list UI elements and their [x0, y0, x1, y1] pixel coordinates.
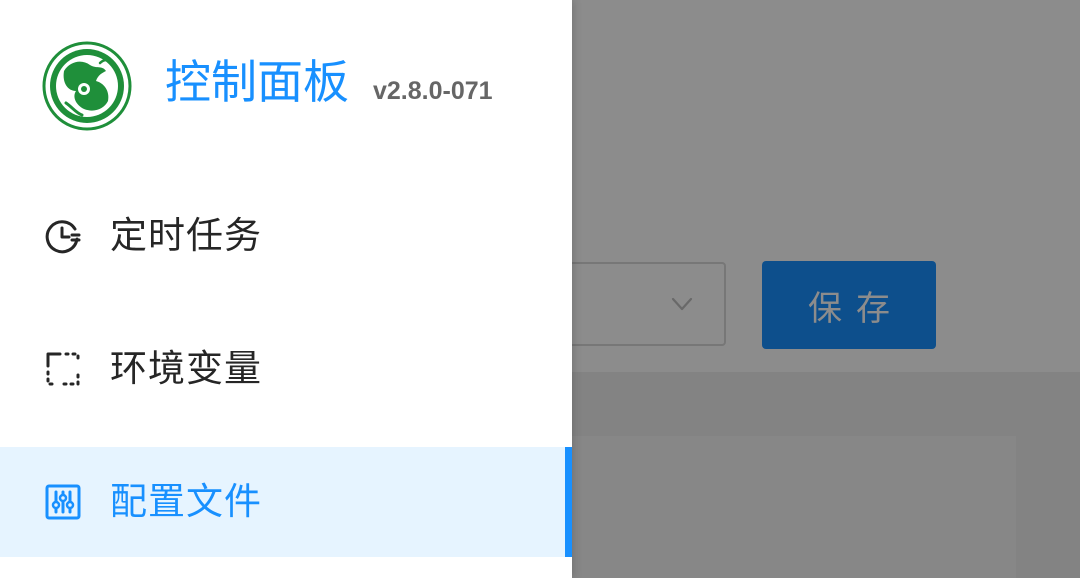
- menu-item-cron-tasks[interactable]: 定时任务: [0, 181, 572, 291]
- menu-item-label: 配置文件: [110, 480, 262, 523]
- screen: 保存 控制面板 v2.8.0-071 定时任务 环境变量 配置文件: [0, 0, 1080, 578]
- navigation-drawer: 控制面板 v2.8.0-071 定时任务 环境变量 配置文件: [0, 0, 572, 578]
- sliders-icon: [45, 484, 81, 520]
- menu-item-label: 环境变量: [110, 347, 262, 390]
- menu-item-env-variables[interactable]: 环境变量: [0, 314, 572, 424]
- menu-item-label: 定时任务: [110, 214, 262, 257]
- drawer-header: 控制面板 v2.8.0-071: [0, 0, 572, 170]
- panel-title: 控制面板: [165, 55, 349, 109]
- clock-icon: [45, 220, 81, 254]
- qilin-logo-icon: [42, 41, 132, 131]
- version-label: v2.8.0-071: [373, 77, 493, 105]
- menu-item-config-files[interactable]: 配置文件: [0, 447, 572, 557]
- variable-bracket-icon: [46, 352, 80, 386]
